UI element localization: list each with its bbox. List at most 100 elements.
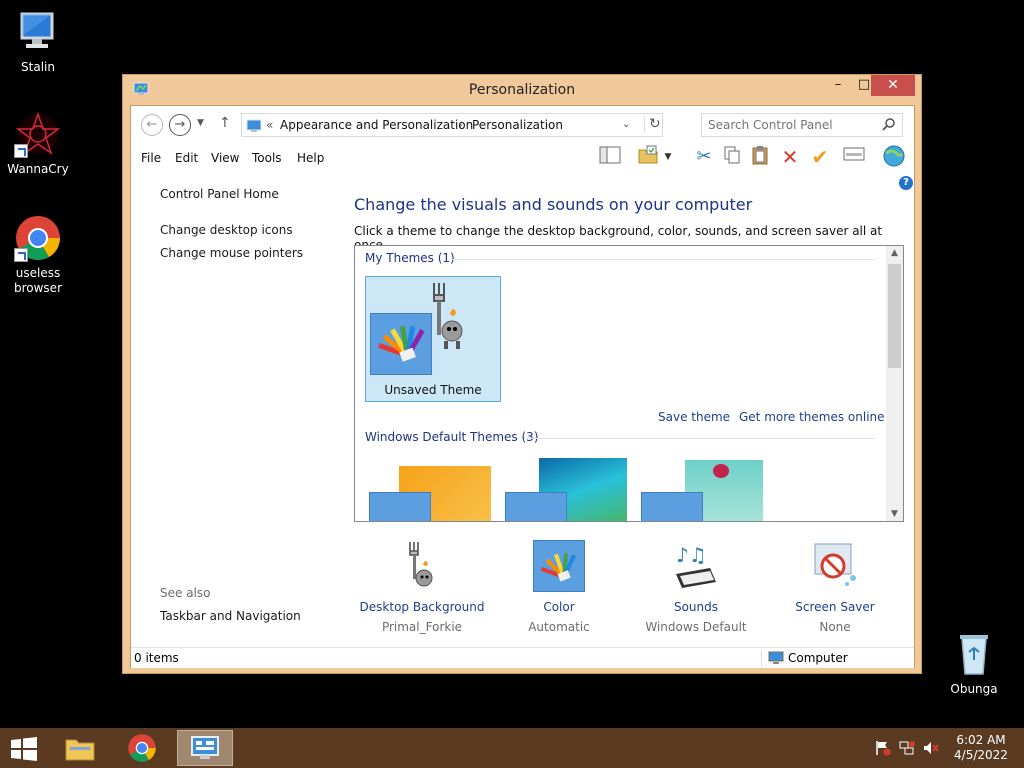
wannacry-icon — [14, 110, 62, 158]
desktop-background-option[interactable]: Desktop Background Primal_Forkie — [357, 540, 487, 634]
desktop-icon-label: Obunga — [950, 682, 998, 696]
page-title: Change the visuals and sounds on your co… — [354, 195, 753, 214]
search-icon[interactable] — [882, 117, 896, 134]
volume-muted-icon[interactable] — [922, 740, 940, 756]
unsaved-theme-tile[interactable]: Unsaved Theme — [365, 276, 501, 402]
sounds-icon: ♪♫ — [670, 540, 722, 592]
status-divider — [761, 650, 762, 667]
window-title: Personalization — [468, 82, 576, 98]
color-palette-icon — [370, 313, 432, 375]
refresh-button[interactable]: ↻ — [644, 116, 661, 132]
menu-edit[interactable]: Edit — [175, 151, 198, 165]
control-panel-icon — [190, 735, 220, 764]
close-button[interactable]: ✕ — [871, 75, 915, 96]
minimize-button[interactable]: – — [825, 75, 851, 96]
theme-lines-colors-tile[interactable] — [505, 456, 629, 521]
paste-icon[interactable] — [747, 145, 773, 169]
menu-file[interactable]: File — [141, 151, 161, 165]
menu-tools[interactable]: Tools — [252, 151, 282, 165]
system-clock[interactable]: 6:02 AM 4/5/2022 — [946, 733, 1016, 763]
chrome-icon — [127, 733, 157, 766]
scroll-down-arrow[interactable]: ▼ — [886, 509, 903, 519]
personalization-window: Personalization – □ ✕ ← → ▼ ↑ « Appearan… — [122, 74, 922, 674]
chrome-icon — [14, 214, 62, 262]
search-input[interactable] — [708, 117, 874, 133]
globe-icon[interactable] — [881, 145, 907, 169]
shortcut-arrow-icon — [14, 144, 28, 158]
windows-start-icon[interactable] — [10, 736, 38, 765]
option-value: Primal_Forkie — [381, 620, 463, 634]
themes-scrollbar[interactable]: ▲ ▼ — [886, 246, 903, 521]
breadcrumb-arrow[interactable]: › — [458, 118, 463, 132]
menu-bar: File Edit View Tools Help ▼ ✂ ✕ ✔ ? — [131, 142, 914, 190]
desktop-icon-obunga[interactable]: Obunga — [936, 630, 1012, 697]
screen-saver-option[interactable]: Screen Saver None — [770, 540, 900, 634]
default-themes-group-title: Windows Default Themes (3) — [365, 430, 539, 444]
desktop-icon-label: Stalin — [21, 60, 55, 74]
forward-button[interactable]: → — [169, 114, 191, 136]
desktop-icon-wannacry[interactable]: WannaCry — [0, 110, 76, 177]
sounds-option[interactable]: ♪♫ Sounds Windows Default — [631, 540, 761, 634]
taskbar-navigation-link[interactable]: Taskbar and Navigation — [160, 609, 301, 623]
menu-help[interactable]: Help — [297, 151, 324, 165]
preview-pane-icon[interactable] — [597, 145, 623, 169]
option-label[interactable]: Desktop Background — [357, 600, 487, 614]
breadcrumb-personalization[interactable]: Personalization — [472, 118, 563, 132]
search-box[interactable] — [701, 113, 903, 137]
option-value: Automatic — [528, 620, 590, 634]
window-client: ← → ▼ ↑ « Appearance and Personalization… — [130, 105, 915, 668]
screen-saver-icon — [809, 540, 861, 592]
desktop-icon-label: useless browser — [13, 266, 62, 295]
folder-icon — [64, 734, 96, 765]
folder-options-dropdown-icon[interactable]: ▼ — [661, 145, 675, 169]
taskbar: 6:02 AM 4/5/2022 — [0, 728, 1024, 768]
change-desktop-icons-link[interactable]: Change desktop icons — [160, 223, 293, 237]
get-more-themes-link[interactable]: Get more themes online — [739, 410, 885, 424]
option-label[interactable]: Color — [494, 600, 624, 614]
folder-options-icon[interactable] — [635, 145, 661, 169]
recent-pages-dropdown[interactable]: ▼ — [197, 118, 204, 128]
desktop-icon-label: WannaCry — [7, 162, 69, 176]
address-bar[interactable]: « Appearance and Personalization › Perso… — [241, 113, 663, 137]
color-palette-icon — [533, 540, 585, 592]
computer-icon — [768, 651, 784, 668]
option-value: None — [819, 620, 851, 634]
delete-icon[interactable]: ✕ — [777, 145, 803, 169]
option-value: Windows Default — [645, 620, 747, 634]
theme-flowers-tile[interactable] — [641, 458, 765, 521]
taskbar-control-panel[interactable] — [177, 730, 233, 766]
scrollbar-thumb[interactable] — [888, 264, 901, 368]
breadcrumb-overflow[interactable]: « — [266, 118, 273, 132]
up-button[interactable]: ↑ — [219, 115, 231, 131]
option-label[interactable]: Screen Saver — [770, 600, 900, 614]
item-count: 0 items — [134, 651, 179, 665]
copy-icon[interactable] — [719, 145, 745, 169]
option-label[interactable]: Sounds — [631, 600, 761, 614]
change-mouse-pointers-link[interactable]: Change mouse pointers — [160, 246, 303, 260]
save-theme-link[interactable]: Save theme — [658, 410, 730, 424]
desktop-icon-stalin[interactable]: Stalin — [0, 8, 76, 75]
title-bar[interactable]: Personalization – □ ✕ — [123, 75, 921, 105]
help-icon[interactable]: ? — [899, 176, 913, 190]
shortcut-arrow-icon — [14, 248, 28, 262]
cut-icon[interactable]: ✂ — [691, 145, 717, 169]
checkmark-icon[interactable]: ✔ — [807, 145, 833, 169]
back-button[interactable]: ← — [141, 114, 163, 136]
taskbar-file-explorer[interactable] — [52, 730, 108, 766]
color-option[interactable]: Color Automatic — [494, 540, 624, 634]
scroll-up-arrow[interactable]: ▲ — [886, 248, 903, 258]
svg-text:♪♫: ♪♫ — [676, 543, 707, 567]
network-icon[interactable] — [898, 740, 916, 756]
themes-list[interactable]: My Themes (1) Unsaved Theme Save theme G… — [354, 245, 904, 522]
properties-icon[interactable] — [841, 145, 867, 169]
theme-windows-tile[interactable] — [369, 464, 493, 521]
my-themes-group-title: My Themes (1) — [365, 251, 455, 265]
action-center-flag-icon[interactable] — [874, 740, 892, 756]
address-dropdown-icon[interactable]: ⌄ — [622, 119, 630, 130]
breadcrumb-appearance[interactable]: Appearance and Personalization — [280, 118, 473, 132]
desktop-icon-useless-browser[interactable]: useless browser — [0, 214, 76, 296]
taskbar-chrome[interactable] — [115, 730, 171, 766]
menu-view[interactable]: View — [211, 151, 239, 165]
control-panel-home-link[interactable]: Control Panel Home — [160, 187, 279, 201]
location-label: Computer — [788, 651, 848, 665]
